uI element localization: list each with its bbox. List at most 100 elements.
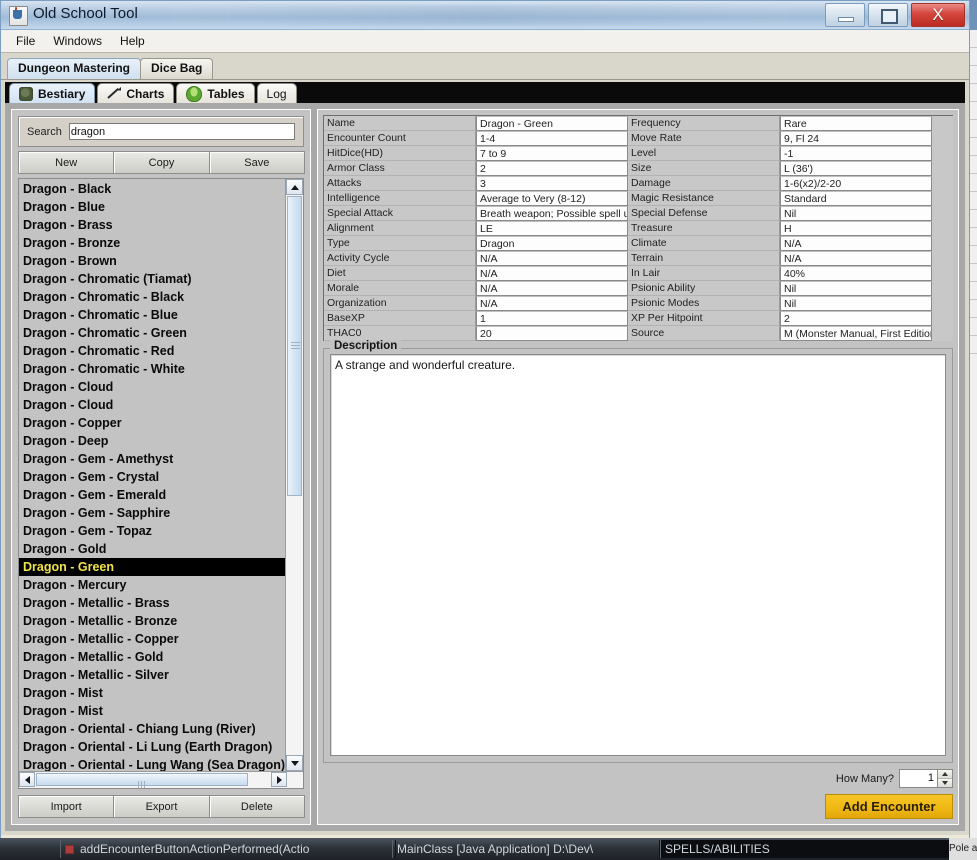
menu-windows[interactable]: Windows bbox=[44, 32, 111, 50]
delete-button[interactable]: Delete bbox=[208, 795, 305, 818]
taskbar-item-eclipse-console[interactable]: addEncounterButtonActionPerformed(Actio bbox=[60, 840, 396, 858]
list-item[interactable]: Dragon - Bronze bbox=[19, 234, 285, 252]
new-button[interactable]: New bbox=[18, 151, 115, 174]
list-item[interactable]: Dragon - Blue bbox=[19, 198, 285, 216]
list-item[interactable]: Dragon - Gold bbox=[19, 540, 285, 558]
attribute-value[interactable]: 40% bbox=[780, 266, 932, 281]
attribute-value[interactable]: N/A bbox=[780, 251, 932, 266]
list-item[interactable]: Dragon - Metallic - Gold bbox=[19, 648, 285, 666]
how-many-spinner[interactable]: 1 bbox=[899, 769, 953, 788]
attribute-value[interactable]: Standard bbox=[780, 191, 932, 206]
scroll-down-button[interactable] bbox=[286, 755, 303, 771]
attribute-value[interactable]: N/A bbox=[780, 236, 932, 251]
tab-charts[interactable]: Charts bbox=[97, 83, 175, 103]
attribute-value[interactable]: Dragon bbox=[476, 236, 628, 251]
list-item[interactable]: Dragon - Metallic - Silver bbox=[19, 666, 285, 684]
tab-dice-bag[interactable]: Dice Bag bbox=[140, 58, 214, 79]
attribute-value[interactable]: Average to Very (8-12) bbox=[476, 191, 628, 206]
list-item[interactable]: Dragon - Gem - Topaz bbox=[19, 522, 285, 540]
menu-help[interactable]: Help bbox=[111, 32, 154, 50]
attribute-value[interactable]: N/A bbox=[476, 296, 628, 311]
list-item[interactable]: Dragon - Metallic - Bronze bbox=[19, 612, 285, 630]
list-item[interactable]: Dragon - Black bbox=[19, 180, 285, 198]
taskbar-item-spells-abilities[interactable]: SPELLS/ABILITIES bbox=[660, 840, 951, 858]
list-item[interactable]: Dragon - Green bbox=[19, 558, 285, 576]
attribute-value[interactable]: -1 bbox=[780, 146, 932, 161]
vertical-scroll-thumb[interactable] bbox=[287, 196, 302, 496]
attribute-value[interactable]: N/A bbox=[476, 251, 628, 266]
tab-bestiary[interactable]: Bestiary bbox=[9, 83, 96, 103]
list-item[interactable]: Dragon - Cloud bbox=[19, 378, 285, 396]
list-item[interactable]: Dragon - Gem - Emerald bbox=[19, 486, 285, 504]
horizontal-scroll-thumb[interactable] bbox=[36, 773, 248, 788]
list-item[interactable]: Dragon - Metallic - Copper bbox=[19, 630, 285, 648]
list-item[interactable]: Dragon - Oriental - Lung Wang (Sea Drago… bbox=[19, 756, 285, 771]
list-item[interactable]: Dragon - Gem - Sapphire bbox=[19, 504, 285, 522]
list-item[interactable]: Dragon - Chromatic - Blue bbox=[19, 306, 285, 324]
attribute-value[interactable]: 9, Fl 24 bbox=[780, 131, 932, 146]
attribute-value[interactable]: N/A bbox=[476, 266, 628, 281]
list-vertical-scrollbar[interactable] bbox=[285, 179, 303, 771]
tab-dungeon-mastering[interactable]: Dungeon Mastering bbox=[7, 58, 142, 79]
list-item[interactable]: Dragon - Deep bbox=[19, 432, 285, 450]
copy-button[interactable]: Copy bbox=[113, 151, 210, 174]
attribute-value[interactable]: Nil bbox=[780, 206, 932, 221]
list-item[interactable]: Dragon - Oriental - Li Lung (Earth Drago… bbox=[19, 738, 285, 756]
search-input[interactable] bbox=[68, 123, 295, 140]
attribute-value[interactable]: H bbox=[780, 221, 932, 236]
list-item[interactable]: Dragon - Mist bbox=[19, 702, 285, 720]
attribute-value[interactable]: L (36') bbox=[780, 161, 932, 176]
menu-file[interactable]: File bbox=[7, 32, 44, 50]
tab-log[interactable]: Log bbox=[256, 83, 297, 103]
creature-list[interactable]: Dragon - Black Dragon - Blue Dragon - Bras… bbox=[19, 179, 285, 771]
spinner-increment-button[interactable] bbox=[938, 770, 952, 779]
list-item[interactable]: Dragon - Brown bbox=[19, 252, 285, 270]
attribute-value[interactable]: N/A bbox=[476, 281, 628, 296]
list-item[interactable]: Dragon - Metallic - Brass bbox=[19, 594, 285, 612]
minimize-button[interactable] bbox=[825, 3, 865, 27]
scroll-left-button[interactable] bbox=[19, 772, 35, 787]
attribute-value[interactable]: 20 bbox=[476, 326, 628, 341]
attribute-value[interactable]: 1 bbox=[476, 311, 628, 326]
import-button[interactable]: Import bbox=[18, 795, 115, 818]
list-item[interactable]: Dragon - Chromatic - Red bbox=[19, 342, 285, 360]
list-item[interactable]: Dragon - Mist bbox=[19, 684, 285, 702]
list-item[interactable]: Dragon - Brass bbox=[19, 216, 285, 234]
list-item[interactable]: Dragon - Gem - Crystal bbox=[19, 468, 285, 486]
maximize-button[interactable] bbox=[868, 3, 908, 27]
tab-tables[interactable]: Tables bbox=[176, 83, 255, 103]
add-encounter-button[interactable]: Add Encounter bbox=[825, 794, 953, 819]
attribute-value[interactable]: Rare bbox=[780, 116, 932, 131]
list-item[interactable]: Dragon - Gem - Amethyst bbox=[19, 450, 285, 468]
save-button[interactable]: Save bbox=[208, 151, 305, 174]
list-item[interactable]: Dragon - Chromatic - White bbox=[19, 360, 285, 378]
list-item[interactable]: Dragon - Oriental - Chiang Lung (River) bbox=[19, 720, 285, 738]
list-item[interactable]: Dragon - Cloud bbox=[19, 396, 285, 414]
list-horizontal-scrollbar[interactable] bbox=[19, 771, 303, 788]
scroll-right-button[interactable] bbox=[271, 772, 287, 787]
attribute-value[interactable]: Dragon - Green bbox=[476, 116, 628, 131]
attribute-value[interactable]: 2 bbox=[780, 311, 932, 326]
list-item[interactable]: Dragon - Chromatic (Tiamat) bbox=[19, 270, 285, 288]
how-many-value[interactable]: 1 bbox=[900, 770, 937, 787]
spinner-decrement-button[interactable] bbox=[938, 779, 952, 787]
attribute-value[interactable]: 1-4 bbox=[476, 131, 628, 146]
close-button[interactable]: X bbox=[911, 3, 965, 27]
taskbar-item-mainclass[interactable]: MainClass [Java Application] D:\Dev\ bbox=[392, 840, 660, 858]
attribute-value[interactable]: 3 bbox=[476, 176, 628, 191]
list-item[interactable]: Dragon - Chromatic - Black bbox=[19, 288, 285, 306]
attribute-value[interactable]: LE bbox=[476, 221, 628, 236]
list-item[interactable]: Dragon - Chromatic - Green bbox=[19, 324, 285, 342]
export-button[interactable]: Export bbox=[113, 795, 210, 818]
description-textarea[interactable]: A strange and wonderful creature. bbox=[330, 354, 946, 756]
title-bar[interactable]: Old School Tool X bbox=[1, 1, 969, 30]
attribute-value[interactable]: Breath weapon; Possible spell use bbox=[476, 206, 628, 221]
attribute-value[interactable]: M (Monster Manual, First Edition) bbox=[780, 326, 932, 341]
scroll-up-button[interactable] bbox=[286, 179, 303, 195]
attribute-value[interactable]: 2 bbox=[476, 161, 628, 176]
list-item[interactable]: Dragon - Mercury bbox=[19, 576, 285, 594]
attribute-value[interactable]: Nil bbox=[780, 281, 932, 296]
list-item[interactable]: Dragon - Copper bbox=[19, 414, 285, 432]
attribute-value[interactable]: Nil bbox=[780, 296, 932, 311]
attribute-value[interactable]: 1-6(x2)/2-20 bbox=[780, 176, 932, 191]
